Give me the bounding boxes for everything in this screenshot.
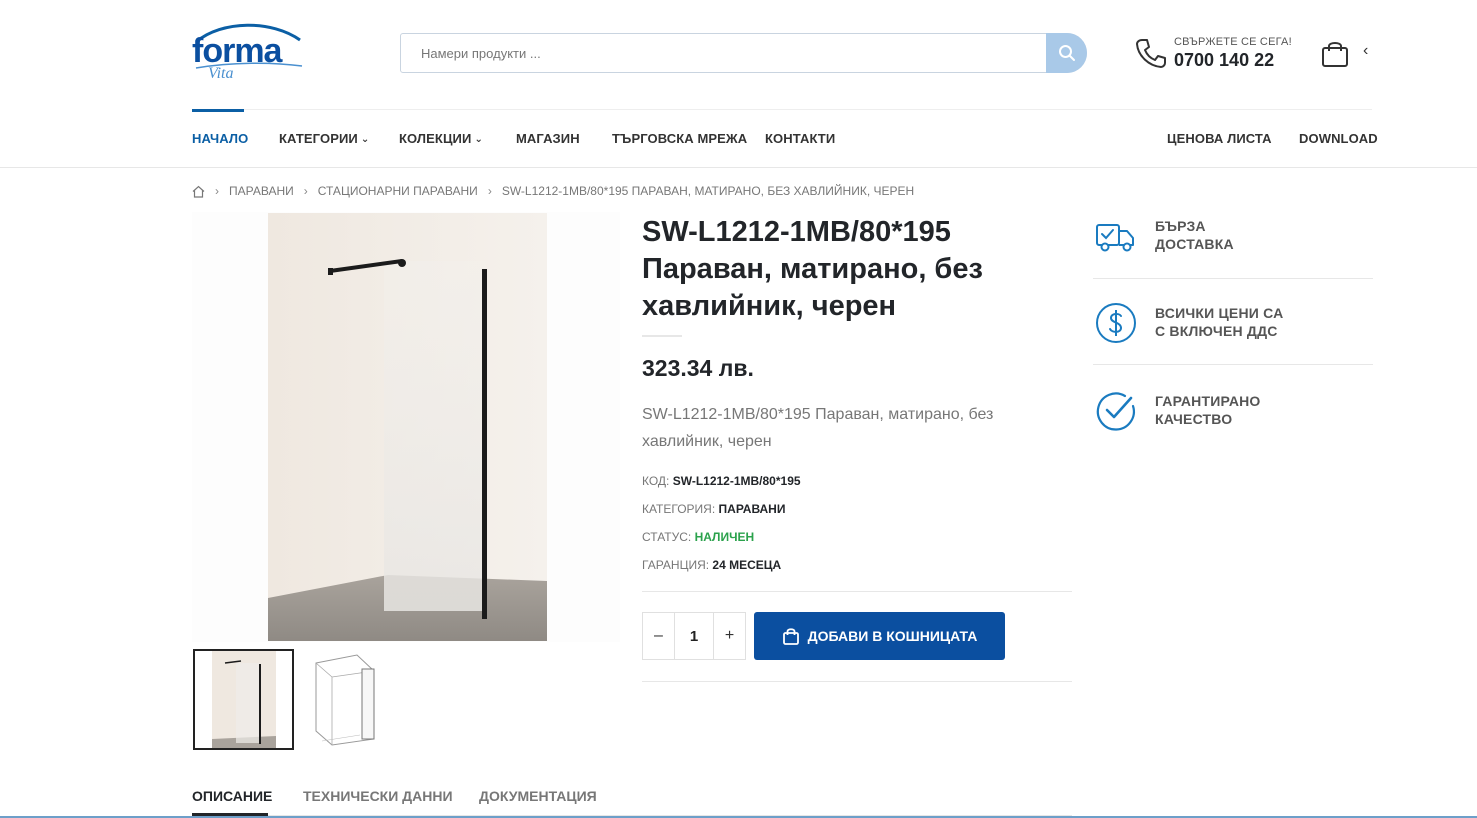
feature-line: С ВКЛЮЧЕН ДДС: [1155, 323, 1278, 339]
nav-categories-label: КАТЕГОРИИ: [279, 131, 358, 146]
breadcrumb-current: SW-L1212-1MB/80*195 ПАРАВАН, МАТИРАНО, Б…: [501, 184, 915, 198]
breadcrumb-separator: ›: [487, 184, 492, 198]
feature-line: КАЧЕСТВО: [1155, 411, 1233, 427]
add-to-cart-button[interactable]: ДОБАВИ В КОШНИЦАТА: [754, 612, 1005, 660]
product-warranty: ГАРАНЦИЯ: 24 МЕСЕЦА: [642, 558, 781, 572]
product-code: КОД: SW-L1212-1MB/80*195: [642, 474, 801, 488]
category-value[interactable]: ПАРАВАНИ: [719, 502, 786, 516]
feature-text: ГАРАНТИРАНО КАЧЕСТВО: [1155, 392, 1261, 428]
product-short-description: SW-L1212-1MB/80*195 Параван, матирано, б…: [642, 406, 994, 450]
nav-collections[interactable]: КОЛЕКЦИИ ⌄: [399, 110, 483, 168]
status-label: СТАТУС:: [642, 530, 692, 544]
feature-line: ДОСТАВКА: [1155, 236, 1234, 252]
check-circle-icon: [1093, 388, 1139, 434]
category-label: КАТЕГОРИЯ:: [642, 502, 716, 516]
search-icon: [1058, 45, 1075, 61]
search-bar: [400, 33, 1087, 73]
feature-fast-delivery: БЪРЗА ДОСТАВКА: [1093, 214, 1373, 264]
tab-technical-data[interactable]: ТЕХНИЧЕСКИ ДАННИ: [303, 788, 453, 804]
code-label: КОД:: [642, 474, 670, 488]
shopping-bag-icon[interactable]: [1320, 38, 1350, 68]
tab-description[interactable]: ОПИСАНИЕ: [192, 788, 272, 804]
feature-text: ВСИЧКИ ЦЕНИ СА С ВКЛЮЧЕН ДДС: [1155, 304, 1283, 340]
quantity-decrease-button[interactable]: –: [643, 613, 674, 659]
feature-line: БЪРЗА: [1155, 218, 1206, 234]
warranty-label: ГАРАНЦИЯ:: [642, 558, 710, 572]
breadcrumb-item[interactable]: ПАРАВАНИ: [229, 184, 294, 198]
nav-price-list[interactable]: ЦЕНОВА ЛИСТА: [1167, 110, 1272, 168]
delivery-truck-icon: [1093, 214, 1139, 260]
feature-divider: [1093, 278, 1373, 279]
breadcrumb-separator: ›: [303, 184, 308, 198]
product-category: КАТЕГОРИЯ: ПАРАВАНИ: [642, 502, 785, 516]
logo-subtext: Vita: [208, 65, 233, 82]
quantity-increase-button[interactable]: +: [714, 613, 745, 659]
breadcrumb-separator: ›: [215, 184, 219, 198]
cart-divider: [642, 681, 1072, 682]
nav-categories[interactable]: КАТЕГОРИИ ⌄: [279, 110, 369, 168]
breadcrumb-item[interactable]: СТАЦИОНАРНИ ПАРАВАНИ: [318, 184, 478, 198]
feature-line: ГАРАНТИРАНО: [1155, 393, 1261, 409]
product-price: 323.34 лв.: [642, 355, 754, 381]
status-value: НАЛИЧЕН: [694, 530, 755, 544]
product-thumbnail-2[interactable]: [302, 649, 403, 750]
product-status: СТАТУС: НАЛИЧЕН: [642, 530, 754, 544]
feature-vat-included: ВСИЧКИ ЦЕНИ СА С ВКЛЮЧЕН ДДС: [1093, 300, 1373, 350]
nav-retail-network[interactable]: ТЪРГОВСКА МРЕЖА: [612, 110, 747, 168]
product-title: SW-L1212-1MB/80*195 Параван, матирано, б…: [642, 216, 983, 322]
home-icon[interactable]: [192, 185, 205, 198]
search-input[interactable]: [401, 34, 1046, 72]
add-to-cart-label: ДОБАВИ В КОШНИЦАТА: [807, 628, 978, 644]
meta-divider: [642, 591, 1072, 592]
dollar-icon: [1093, 300, 1139, 346]
quantity-stepper: – +: [642, 612, 746, 660]
nav-download[interactable]: DOWNLOAD: [1299, 110, 1378, 168]
search-button[interactable]: [1046, 33, 1087, 73]
call-now-label: СВЪРЖЕТЕ СЕ СЕГА!: [1174, 36, 1292, 48]
nav-active-indicator: [192, 109, 244, 112]
phone-icon: [1134, 36, 1168, 70]
feature-divider: [1093, 364, 1373, 365]
tab-documentation[interactable]: ДОКУМЕНТАЦИЯ: [479, 788, 597, 804]
product-main-image[interactable]: [268, 213, 547, 641]
feature-quality: ГАРАНТИРАНО КАЧЕСТВО: [1093, 388, 1373, 438]
nav-shop[interactable]: МАГАЗИН: [516, 110, 580, 168]
shopping-bag-icon: [782, 628, 799, 645]
nav-contacts[interactable]: КОНТАКТИ: [765, 110, 835, 168]
code-value: SW-L1212-1MB/80*195: [672, 474, 801, 488]
chevron-down-icon: ⌄: [474, 134, 483, 145]
chevron-down-icon: ⌄: [360, 134, 370, 145]
phone-number[interactable]: 0700 140 22: [1174, 50, 1274, 71]
cart-toggle-arrow[interactable]: ‹: [1363, 42, 1368, 60]
breadcrumb: › ПАРАВАНИ › СТАЦИОНАРНИ ПАРАВАНИ › SW-L…: [192, 182, 914, 200]
nav-collections-label: КОЛЕКЦИИ: [399, 131, 472, 146]
quantity-input[interactable]: [674, 613, 714, 659]
forma-vita-logo[interactable]: forma Vita: [192, 20, 304, 82]
nav-home[interactable]: НАЧАЛО: [192, 110, 248, 168]
site-header: forma Vita СВЪРЖЕТЕ СЕ СЕГА! 0700 140 22…: [0, 0, 1477, 110]
feature-line: ВСИЧКИ ЦЕНИ СА: [1155, 305, 1284, 321]
warranty-value: 24 МЕСЕЦА: [712, 558, 782, 572]
feature-text: БЪРЗА ДОСТАВКА: [1155, 217, 1234, 253]
main-nav: НАЧАЛО КАТЕГОРИИ ⌄ КОЛЕКЦИИ ⌄ МАГАЗИН ТЪРГ…: [0, 110, 1477, 168]
product-thumbnail-1[interactable]: [193, 649, 294, 750]
title-divider: [642, 335, 682, 337]
